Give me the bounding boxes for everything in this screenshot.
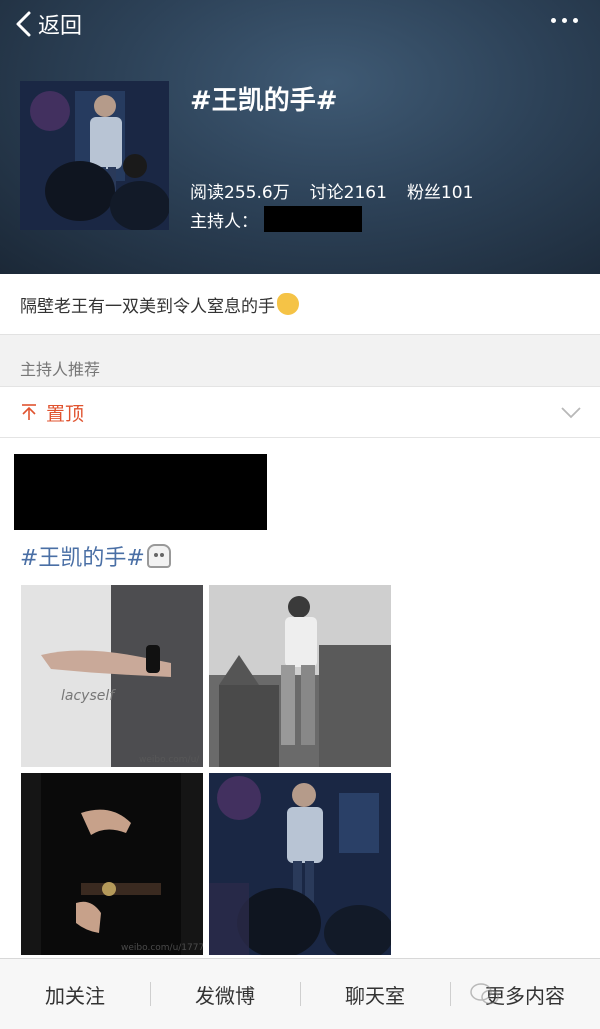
- follow-button[interactable]: 加关注: [0, 980, 150, 1009]
- pinned-row[interactable]: 置顶: [0, 386, 600, 438]
- waving-hand-icon: [277, 293, 299, 315]
- chatroom-button[interactable]: 聊天室: [300, 980, 450, 1009]
- pinned-label: 置顶: [46, 402, 85, 425]
- back-label: 返回: [38, 14, 83, 39]
- post-photo-2[interactable]: [209, 585, 391, 767]
- chevron-down-icon[interactable]: [560, 401, 582, 423]
- description-text: 隔壁老王有一双美到令人窒息的手: [20, 296, 275, 317]
- pin-top-icon: [22, 404, 36, 420]
- bottom-action-bar: 加关注 发微博 聊天室 更多内容: [0, 958, 600, 1029]
- topic-description: 隔壁老王有一双美到令人窒息的手: [0, 274, 600, 335]
- photo-watermark: weibo.com/u/: [139, 755, 200, 765]
- svg-text:lacyself: lacyself: [61, 688, 116, 704]
- poster-info-redacted[interactable]: [14, 454, 267, 530]
- discussions-count: 讨论2161: [309, 183, 387, 203]
- host-row: 主持人：: [190, 206, 362, 232]
- post-photo-4[interactable]: [209, 773, 391, 955]
- topic-stats: 阅读255.6万 讨论2161 粉丝101: [190, 178, 473, 203]
- post-photo-3[interactable]: weibo.com/u/1777995252: [21, 773, 203, 955]
- back-chevron-icon: [16, 11, 31, 37]
- pinned-post[interactable]: #王凯的手# lacyself weibo.com/u/ weibo.com/u…: [0, 438, 600, 958]
- host-name-redacted[interactable]: [264, 206, 362, 232]
- post-hashtag[interactable]: #王凯的手#: [20, 540, 171, 572]
- back-button[interactable]: 返回: [14, 8, 82, 40]
- topic-cover-image: [20, 81, 169, 230]
- post-photo-1[interactable]: lacyself weibo.com/u/: [21, 585, 203, 767]
- post-hashtag-text: #王凯的手#: [20, 546, 145, 571]
- reads-count: 阅读255.6万: [190, 183, 290, 203]
- fans-count: 粉丝101: [406, 183, 474, 203]
- topic-title: #王凯的手#: [190, 86, 338, 116]
- photo-watermark: weibo.com/u/1777995252: [121, 943, 203, 953]
- ghost-emoji-icon: [146, 544, 171, 568]
- more-options-icon[interactable]: [551, 18, 578, 23]
- topic-header: 返回 #王凯的手# 阅读255.6万 讨论2161 粉丝101 主持人：: [0, 0, 600, 274]
- post-weibo-button[interactable]: 发微博: [150, 980, 300, 1009]
- section-label: 主持人推荐: [20, 360, 101, 379]
- host-label: 主持人：: [190, 211, 258, 232]
- wechat-watermark-icon: [470, 983, 499, 1005]
